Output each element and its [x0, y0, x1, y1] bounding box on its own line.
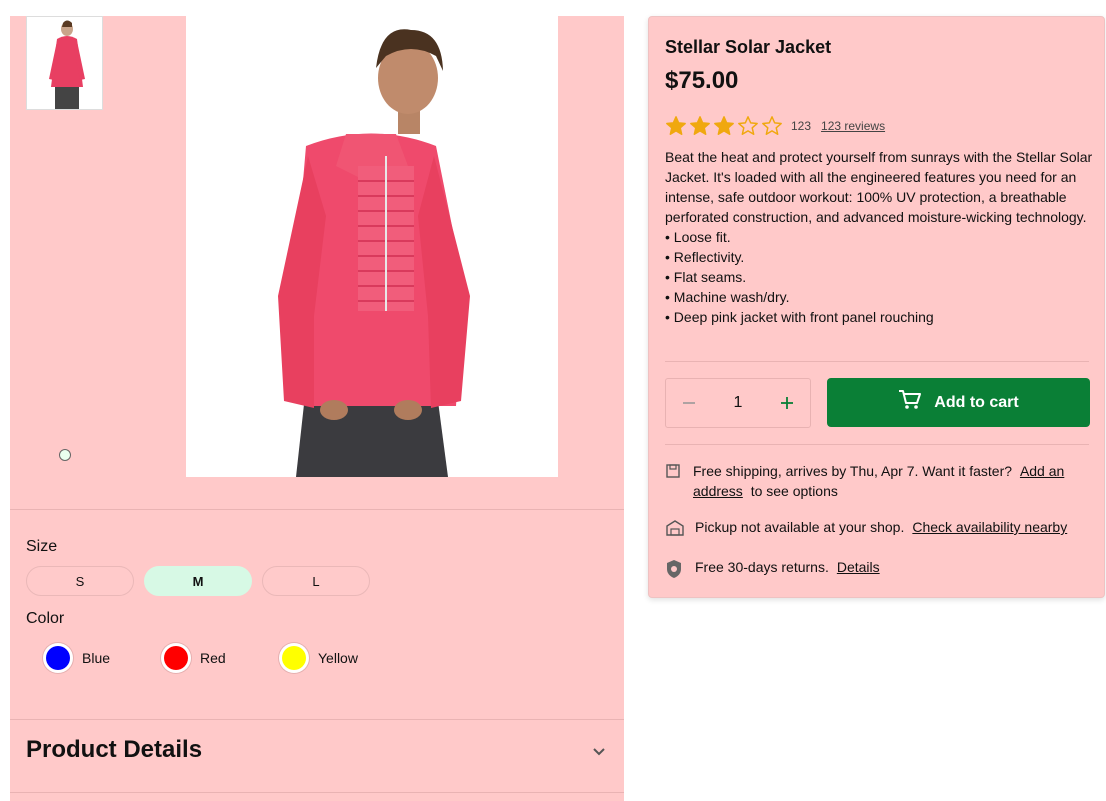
add-to-cart-button[interactable]: Add to cart: [827, 378, 1090, 427]
product-title: Stellar Solar Jacket: [665, 37, 832, 57]
add-address-link-cont[interactable]: address: [693, 483, 743, 499]
color-name: Yellow: [318, 650, 358, 666]
pickup-row: Pickup not available at your shop. Check…: [665, 517, 1067, 537]
add-to-cart-label: Add to cart: [934, 393, 1019, 411]
size-option-m[interactable]: M: [144, 566, 252, 596]
bullet-item: • Deep pink jacket with front panel rouc…: [665, 309, 934, 325]
cart-divider-bottom: [665, 444, 1089, 445]
reviews-link[interactable]: 123 reviews: [821, 119, 885, 133]
pickup-text: Pickup not available at your shop.: [695, 519, 905, 535]
minus-icon[interactable]: [678, 392, 700, 414]
quantity-stepper: 1: [665, 378, 811, 428]
shipping-suffix: to see options: [750, 483, 838, 499]
bullet-item: • Flat seams.: [665, 269, 747, 285]
size-option-l[interactable]: L: [262, 566, 370, 596]
chevron-down-icon[interactable]: [592, 744, 606, 762]
thumbnail-image: [27, 17, 102, 109]
size-option-s[interactable]: S: [26, 566, 134, 596]
description-text: Beat the heat and protect yourself from …: [665, 149, 1093, 225]
color-name: Red: [200, 650, 226, 666]
gallery-dot[interactable]: [59, 449, 71, 461]
color-option-red[interactable]: Red: [164, 642, 226, 674]
color-option-yellow[interactable]: Yellow: [282, 642, 358, 674]
star-filled-icon: [690, 116, 710, 135]
color-name: Blue: [82, 650, 111, 666]
product-buy-box: Stellar Solar Jacket $75.00 123 123 revi…: [648, 16, 1105, 598]
shipping-text: Free shipping, arrives by Thu, Apr 7. Wa…: [693, 463, 1013, 479]
returns-details-link[interactable]: Details: [837, 557, 880, 577]
star-filled-icon: [714, 116, 734, 135]
plus-icon[interactable]: [776, 392, 798, 414]
details-divider-top: [10, 719, 624, 720]
options-divider: [10, 509, 624, 510]
rating-count: 123: [791, 119, 812, 133]
color-swatch: [164, 646, 188, 670]
shield-icon: [665, 559, 685, 578]
add-address-link[interactable]: Add an: [1020, 463, 1064, 479]
star-rating: [665, 115, 783, 137]
quantity-value[interactable]: 1: [718, 394, 758, 412]
star-filled-icon: [666, 116, 686, 135]
check-availability-link[interactable]: Check availability nearby: [912, 517, 1067, 537]
returns-row: Free 30-days returns. Details: [665, 557, 880, 578]
rating-row: 123 123 reviews: [665, 115, 885, 137]
bullet-item: • Reflectivity.: [665, 249, 745, 265]
details-divider-bottom: [10, 792, 624, 793]
size-label: Size: [26, 538, 58, 555]
color-swatch: [282, 646, 306, 670]
cart-divider-top: [665, 361, 1089, 362]
bullet-item: • Machine wash/dry.: [665, 289, 790, 305]
product-gallery-panel: Size S M L Color Blue Red Yellow Product…: [10, 16, 624, 801]
product-thumbnail[interactable]: [26, 16, 103, 110]
color-option-blue[interactable]: Blue: [46, 642, 110, 674]
color-label: Color: [26, 610, 65, 627]
bullet-item: • Loose fit.: [665, 229, 731, 245]
store-icon: [665, 519, 685, 537]
product-price: $75.00: [665, 67, 739, 94]
shipping-box-icon: [665, 463, 683, 481]
product-details-heading[interactable]: Product Details: [26, 736, 202, 764]
shipping-text-block: Free shipping, arrives by Thu, Apr 7. Wa…: [693, 461, 1064, 501]
product-main-image: [186, 16, 558, 477]
star-empty-icon: [762, 116, 782, 135]
shipping-row: Free shipping, arrives by Thu, Apr 7. Wa…: [665, 461, 1089, 501]
product-description: Beat the heat and protect yourself from …: [665, 147, 1093, 327]
star-empty-icon: [738, 116, 758, 135]
cart-icon: [898, 389, 922, 416]
returns-text: Free 30-days returns.: [695, 559, 829, 575]
color-swatch: [46, 646, 70, 670]
